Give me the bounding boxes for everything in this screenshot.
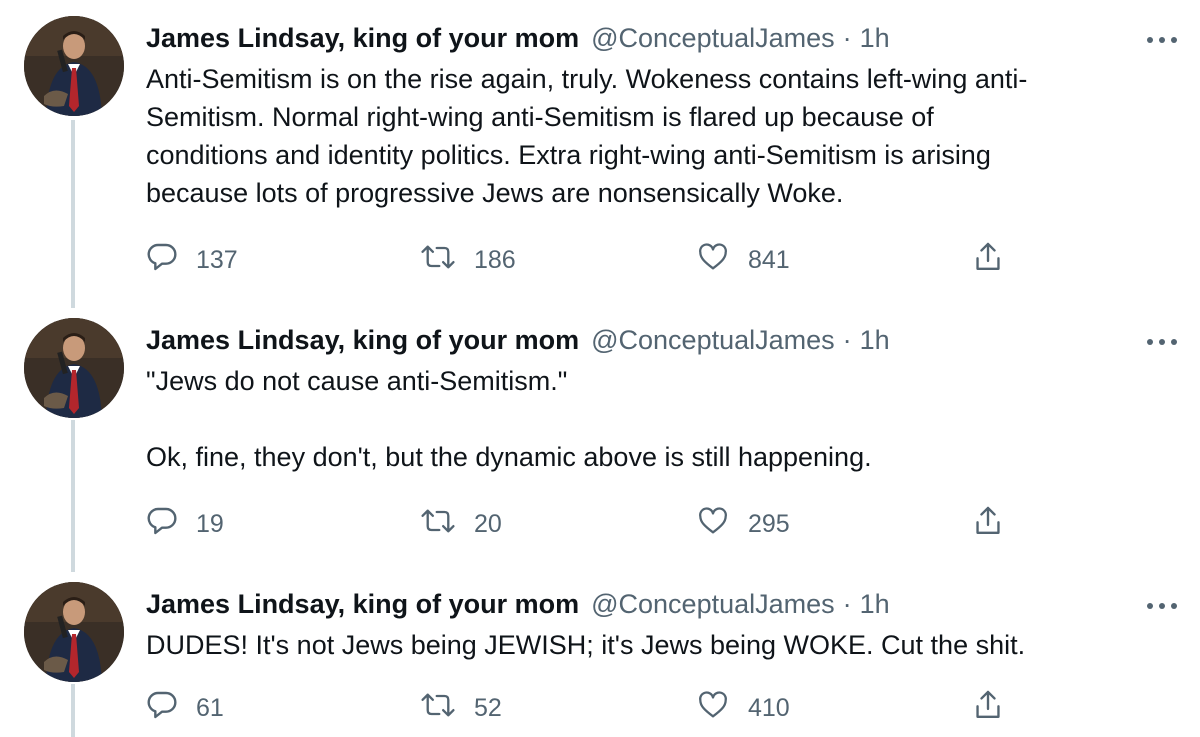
user-handle[interactable]: @ConceptualJames bbox=[591, 23, 835, 54]
like-count: 841 bbox=[748, 245, 790, 274]
like-count: 410 bbox=[748, 693, 790, 722]
reply-count: 137 bbox=[196, 245, 238, 274]
tweet-text: "Jews do not cause anti-Semitism." Ok, f… bbox=[146, 366, 872, 472]
timestamp[interactable]: 1h bbox=[860, 23, 890, 54]
heart-icon bbox=[696, 689, 748, 728]
user-handle[interactable]: @ConceptualJames bbox=[591, 589, 835, 620]
like-button[interactable]: 295 bbox=[696, 504, 790, 544]
like-button[interactable]: 410 bbox=[696, 688, 790, 728]
tweet-thread: James Lindsay, king of your mom @Concept… bbox=[0, 0, 1200, 737]
tweet-actions: 19 20 295 bbox=[146, 504, 1026, 544]
tweet-actions: 137 186 841 bbox=[146, 240, 1026, 280]
tweet-header: James Lindsay, king of your mom @Concept… bbox=[146, 16, 1156, 60]
more-icon[interactable] bbox=[1144, 332, 1180, 352]
retweet-count: 52 bbox=[474, 693, 502, 722]
avatar[interactable] bbox=[24, 318, 124, 418]
reply-count: 19 bbox=[196, 509, 224, 538]
share-button[interactable] bbox=[972, 240, 1022, 280]
reply-icon bbox=[146, 241, 196, 280]
tweet-header: James Lindsay, king of your mom @Concept… bbox=[146, 582, 1156, 626]
retweet-button[interactable]: 186 bbox=[420, 240, 516, 280]
display-name[interactable]: James Lindsay, king of your mom bbox=[146, 23, 579, 54]
share-icon bbox=[972, 688, 1022, 729]
more-icon[interactable] bbox=[1144, 30, 1180, 50]
display-name[interactable]: James Lindsay, king of your mom bbox=[146, 325, 579, 356]
separator-dot: · bbox=[842, 324, 852, 355]
reply-button[interactable]: 137 bbox=[146, 240, 238, 280]
share-icon bbox=[972, 504, 1022, 545]
user-handle[interactable]: @ConceptualJames bbox=[591, 325, 835, 356]
tweet-text: Anti-Semitism is on the rise again, trul… bbox=[146, 64, 1028, 208]
reply-count: 61 bbox=[196, 693, 224, 722]
retweet-count: 20 bbox=[474, 509, 502, 538]
share-button[interactable] bbox=[972, 504, 1022, 544]
retweet-icon bbox=[420, 689, 474, 728]
avatar[interactable] bbox=[24, 16, 124, 116]
reply-icon bbox=[146, 505, 196, 544]
like-button[interactable]: 841 bbox=[696, 240, 790, 280]
reply-button[interactable]: 19 bbox=[146, 504, 224, 544]
separator-dot: · bbox=[842, 22, 852, 53]
tweet[interactable]: James Lindsay, king of your mom @Concept… bbox=[0, 318, 1200, 568]
separator-dot: · bbox=[842, 588, 852, 619]
tweet-actions: 61 52 410 bbox=[146, 688, 1026, 728]
retweet-count: 186 bbox=[474, 245, 516, 274]
retweet-icon bbox=[420, 241, 474, 280]
retweet-button[interactable]: 20 bbox=[420, 504, 502, 544]
heart-icon bbox=[696, 505, 748, 544]
reply-icon bbox=[146, 689, 196, 728]
tweet[interactable]: James Lindsay, king of your mom @Concept… bbox=[0, 582, 1200, 737]
tweet[interactable]: James Lindsay, king of your mom @Concept… bbox=[0, 16, 1200, 306]
tweet-text: DUDES! It's not Jews being JEWISH; it's … bbox=[146, 630, 1026, 660]
retweet-icon bbox=[420, 505, 474, 544]
display-name[interactable]: James Lindsay, king of your mom bbox=[146, 589, 579, 620]
share-icon bbox=[972, 240, 1022, 281]
reply-button[interactable]: 61 bbox=[146, 688, 224, 728]
tweet-header: James Lindsay, king of your mom @Concept… bbox=[146, 318, 1156, 362]
avatar[interactable] bbox=[24, 582, 124, 682]
heart-icon bbox=[696, 241, 748, 280]
retweet-button[interactable]: 52 bbox=[420, 688, 502, 728]
more-icon[interactable] bbox=[1144, 596, 1180, 616]
like-count: 295 bbox=[748, 509, 790, 538]
share-button[interactable] bbox=[972, 688, 1022, 728]
timestamp[interactable]: 1h bbox=[860, 589, 890, 620]
timestamp[interactable]: 1h bbox=[860, 325, 890, 356]
